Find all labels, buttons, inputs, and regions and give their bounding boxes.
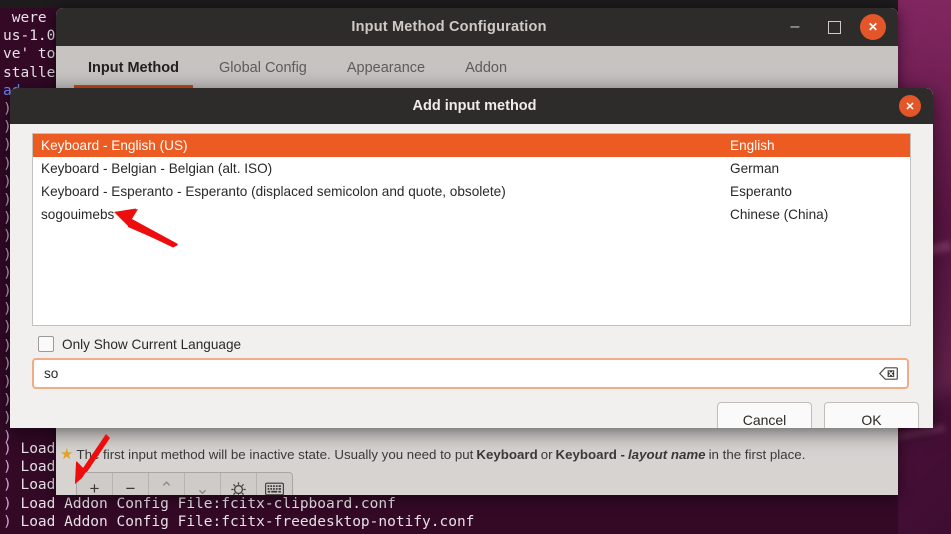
minimize-button[interactable]: – <box>782 14 808 40</box>
terminal-bottom-line: ) Load Addon Config File:fcitx-clipboard… <box>0 495 474 513</box>
first-input-method-hint: ★ The first input method will be inactiv… <box>60 440 894 468</box>
tab-input-method[interactable]: Input Method <box>68 48 199 88</box>
terminal-top-line: us-1.0 <box>0 27 55 45</box>
terminal-top-line: stalle <box>0 64 55 82</box>
cancel-button[interactable]: Cancel <box>717 402 812 428</box>
move-down-button[interactable]: ⌄ <box>185 473 221 495</box>
hint-text-part3: in the first place. <box>709 447 806 462</box>
dialog-title: Add input method <box>10 98 899 114</box>
ok-button[interactable]: OK <box>824 402 919 428</box>
move-down-icon: ⌄ <box>195 479 209 495</box>
tab-global-config[interactable]: Global Config <box>199 48 327 88</box>
input-method-candidate-list[interactable]: Keyboard - English (US)EnglishKeyboard -… <box>32 133 911 326</box>
dialog-buttons: Cancel OK <box>717 402 919 428</box>
input-method-language: English <box>722 138 910 153</box>
config-window-controls: – ✕ <box>782 14 898 40</box>
move-up-icon: ⌃ <box>159 479 173 495</box>
dialog-content: Keyboard - English (US)EnglishKeyboard -… <box>10 124 933 428</box>
config-tabbar: Input Method Global Config Appearance Addon <box>56 46 898 89</box>
input-method-name: sogouimebs <box>33 207 722 222</box>
add-button[interactable]: + <box>77 473 113 495</box>
configure-button[interactable] <box>221 473 257 495</box>
gear-icon <box>230 481 247 496</box>
clear-text-icon[interactable] <box>879 367 898 381</box>
input-method-list-item[interactable]: sogouimebsChinese (China) <box>33 203 910 226</box>
maximize-button[interactable] <box>821 14 847 40</box>
only-show-current-language-label: Only Show Current Language <box>62 337 241 352</box>
input-method-name: Keyboard - English (US) <box>33 138 722 153</box>
hint-italic-layout-name: layout name <box>628 447 706 462</box>
move-up-button[interactable]: ⌃ <box>149 473 185 495</box>
hint-bold-keyboard: Keyboard <box>476 447 537 462</box>
input-method-toolbar: + − ⌃ ⌄ <box>76 472 293 495</box>
config-window-title: Input Method Configuration <box>56 19 782 35</box>
terminal-top-strip <box>0 0 898 8</box>
input-method-language: Chinese (China) <box>722 207 910 222</box>
tab-addon[interactable]: Addon <box>445 48 527 88</box>
only-show-current-language-checkbox[interactable] <box>38 336 54 352</box>
tab-label: Input Method <box>88 60 179 76</box>
input-method-list-item[interactable]: Keyboard - Belgian - Belgian (alt. ISO)G… <box>33 157 910 180</box>
input-method-language: German <box>722 161 910 176</box>
terminal-top-line: ve' to <box>0 45 55 63</box>
keyboard-layout-button[interactable] <box>257 473 292 495</box>
only-show-current-language-row[interactable]: Only Show Current Language <box>38 336 241 352</box>
star-icon: ★ <box>60 445 73 463</box>
tab-appearance[interactable]: Appearance <box>327 48 445 88</box>
remove-icon: − <box>126 479 136 495</box>
keyboard-icon <box>265 482 284 495</box>
search-input[interactable] <box>34 365 879 382</box>
close-button[interactable]: ✕ <box>860 14 886 40</box>
search-field-wrapper[interactable] <box>32 358 909 389</box>
add-input-method-dialog[interactable]: Add input method ✕ Keyboard - English (U… <box>10 88 933 428</box>
terminal-bottom-line: ) Load Addon Config File:fcitx-freedeskt… <box>0 513 474 531</box>
input-method-name: Keyboard - Belgian - Belgian (alt. ISO) <box>33 161 722 176</box>
input-method-list-item[interactable]: Keyboard - Esperanto - Esperanto (displa… <box>33 180 910 203</box>
input-method-list-item[interactable]: Keyboard - English (US)English <box>33 134 910 157</box>
hint-text-part2: or <box>541 447 553 462</box>
maximize-icon <box>828 21 841 34</box>
dialog-close-button[interactable]: ✕ <box>899 95 921 117</box>
dialog-titlebar[interactable]: Add input method ✕ <box>10 88 933 124</box>
remove-button[interactable]: − <box>113 473 149 495</box>
hint-bold-keyboard-layout: Keyboard - <box>556 447 625 462</box>
tab-label: Global Config <box>219 60 307 76</box>
tab-label: Addon <box>465 60 507 76</box>
input-method-language: Esperanto <box>722 184 910 199</box>
add-icon: + <box>90 479 100 495</box>
tab-label: Appearance <box>347 60 425 76</box>
terminal-top-line: were <box>0 9 55 27</box>
config-window-titlebar[interactable]: Input Method Configuration – ✕ <box>56 8 898 46</box>
hint-text-part1: The first input method will be inactive … <box>76 447 473 462</box>
input-method-name: Keyboard - Esperanto - Esperanto (displa… <box>33 184 722 199</box>
